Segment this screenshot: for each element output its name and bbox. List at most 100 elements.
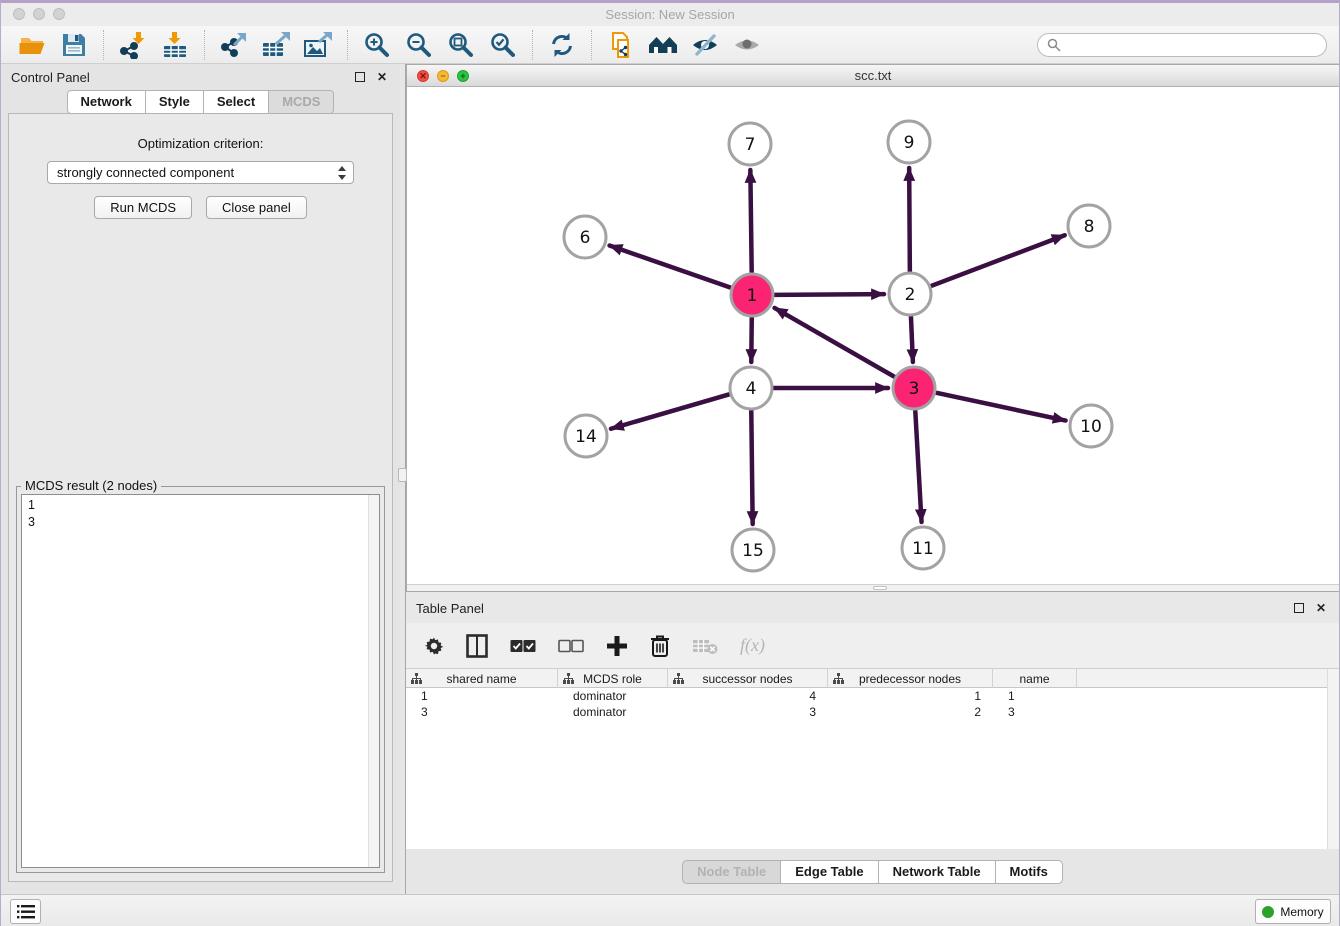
select-all-columns-button[interactable] [510,631,536,661]
mcds-result-textarea[interactable]: 13 [21,494,380,868]
cell-name[interactable]: 1 [993,688,1077,704]
table-scrollbar[interactable] [1327,669,1339,849]
edge-3-1[interactable] [775,308,895,377]
column-layout-button[interactable] [466,631,488,661]
home-button[interactable] [647,30,679,60]
run-mcds-button[interactable]: Run MCDS [94,196,192,219]
node-label: 6 [580,228,591,248]
close-table-panel-button[interactable]: ✕ [1313,600,1329,616]
tab-style[interactable]: Style [145,90,204,114]
node-14[interactable]: 14 [565,415,607,457]
add-column-button[interactable] [606,631,628,661]
node-4[interactable]: 4 [730,367,772,409]
close-window-button[interactable] [13,8,25,20]
column-header-shared-name[interactable]: shared name [406,669,558,688]
open-session-button[interactable] [16,30,48,60]
zoom-out-button[interactable] [403,30,435,60]
show-annotations-button[interactable] [731,30,763,60]
refresh-view-button[interactable] [546,30,578,60]
column-header-name[interactable]: name [993,669,1077,688]
column-header-mcds-role[interactable]: MCDS role [558,669,668,688]
edge-1-2[interactable] [775,294,884,295]
scrollbar-grip[interactable] [873,586,887,590]
node-3[interactable]: 3 [893,367,935,409]
cell-successor-nodes[interactable]: 4 [668,688,828,704]
cell-shared-name[interactable]: 3 [406,704,558,720]
tab-network[interactable]: Network [67,90,146,114]
node-2[interactable]: 2 [889,273,931,315]
float-table-panel-button[interactable] [1291,600,1307,616]
tab-node-table[interactable]: Node Table [682,860,781,884]
edge-3-11[interactable] [915,411,921,522]
node-10[interactable]: 10 [1070,405,1112,447]
cell-shared-name[interactable]: 1 [406,688,558,704]
control-panel-tabs: NetworkStyleSelectMCDS [1,90,400,114]
edge-2-9[interactable] [909,168,910,271]
memory-button[interactable]: Memory [1255,899,1331,924]
table-row[interactable]: 3dominator323 [406,704,1339,720]
node-15[interactable]: 15 [732,529,774,571]
table-settings-button[interactable] [424,631,444,661]
task-history-button[interactable] [10,899,41,924]
minimize-window-button[interactable] [33,8,45,20]
network-canvas[interactable]: 7 9 6 8 1 2 4 3 14 10 15 11 [407,87,1339,584]
close-mcds-panel-button[interactable]: Close panel [206,196,307,219]
cell-predecessor-nodes[interactable]: 1 [828,688,993,704]
zoom-in-button[interactable] [361,30,393,60]
tab-mcds[interactable]: MCDS [268,90,334,114]
import-table-button[interactable] [159,30,191,60]
zoom-window-button[interactable] [53,8,65,20]
edge-1-6[interactable] [610,246,731,288]
import-network-button[interactable] [117,30,149,60]
save-session-button[interactable] [58,30,90,60]
deselect-all-columns-button[interactable] [558,631,584,661]
export-image-button[interactable] [302,30,334,60]
node-7[interactable]: 7 [729,123,771,165]
tab-edge-table[interactable]: Edge Table [780,860,878,884]
cell-name[interactable]: 3 [993,704,1077,720]
edge-1-7[interactable] [750,170,751,272]
result-scrollbar[interactable] [368,495,379,867]
hide-annotations-button[interactable] [689,30,721,60]
node-6[interactable]: 6 [564,216,606,258]
network-horizontal-scrollbar[interactable] [407,584,1339,591]
export-table-button[interactable] [260,30,292,60]
tab-network-table[interactable]: Network Table [878,860,996,884]
node-1[interactable]: 1 [731,274,773,316]
function-builder-button[interactable]: f(x) [740,631,765,661]
edge-3-10[interactable] [936,393,1065,421]
criterion-dropdown[interactable]: strongly connected component [47,161,354,184]
edge-4-14[interactable] [611,394,729,428]
tab-motifs[interactable]: Motifs [995,860,1063,884]
search-field[interactable] [1037,33,1327,57]
delete-column-button[interactable] [650,631,670,661]
export-network-button[interactable] [218,30,250,60]
zoom-selected-button[interactable] [487,30,519,60]
cell-mcds-role[interactable]: dominator [558,704,668,720]
search-input[interactable] [1066,38,1316,53]
table-row[interactable]: 1dominator411 [406,688,1339,704]
float-panel-button[interactable] [352,69,368,85]
splitter-grip[interactable] [398,468,407,482]
cell-mcds-role[interactable]: dominator [558,688,668,704]
edge-2-3[interactable] [911,317,913,362]
node-8[interactable]: 8 [1068,205,1110,247]
cell-predecessor-nodes[interactable]: 2 [828,704,993,720]
tab-select[interactable]: Select [203,90,269,114]
node-label: 14 [575,427,597,447]
clone-network-button[interactable] [605,30,637,60]
network-minimize-button[interactable]: − [437,70,449,82]
node-11[interactable]: 11 [902,527,944,569]
network-zoom-button[interactable]: + [457,70,469,82]
network-graph[interactable]: 7 9 6 8 1 2 4 3 14 10 15 11 [407,87,1339,584]
delete-table-button[interactable] [692,631,718,661]
zoom-fit-button[interactable] [445,30,477,60]
network-close-button[interactable]: ✕ [417,70,429,82]
close-panel-button[interactable]: ✕ [374,69,390,85]
node-9[interactable]: 9 [888,121,930,163]
cell-successor-nodes[interactable]: 3 [668,704,828,720]
column-header-predecessor-nodes[interactable]: predecessor nodes [828,669,993,688]
column-header-successor-nodes[interactable]: successor nodes [668,669,828,688]
edge-2-8[interactable] [932,235,1065,286]
edge-4-15[interactable] [751,411,752,524]
